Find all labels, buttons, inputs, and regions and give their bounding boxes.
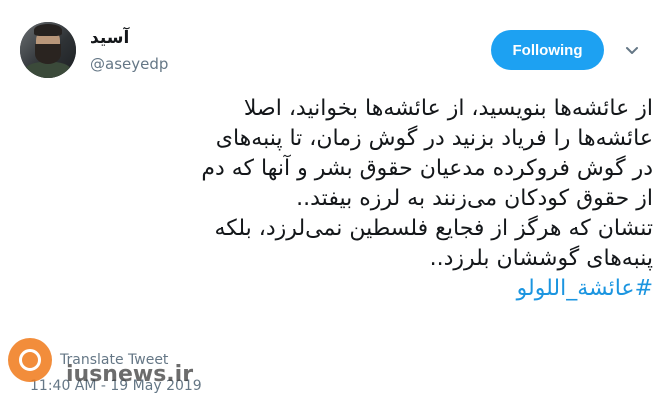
tweet-timestamp[interactable]: 11:40 AM - 19 May 2019 [30, 378, 202, 394]
tweet-line: از حقوق کودکان می‌زنند به لرزه بیفتد.. [296, 186, 653, 211]
tweet-line: تنشان که هرگز از فجایع فلسطین نمی‌لرزد، … [214, 216, 653, 241]
watermark-logo-icon [8, 338, 52, 382]
tweet-line: از عائشه‌ها بنویسید، از عائشه‌ها بخوانید… [243, 96, 653, 121]
tweet-line: پنبه‌های گوششان بلرزد.. [429, 246, 653, 271]
avatar[interactable] [20, 22, 76, 78]
tweet-line: در گوش فروکرده مدعیان حقوق بشر و آنها که… [201, 156, 653, 181]
tweet-card: آسید @aseyedp Following از عائشه‌ها بنوی… [0, 0, 671, 405]
tweet-text: از عائشه‌ها بنویسید، از عائشه‌ها بخوانید… [12, 94, 653, 304]
following-button[interactable]: Following [491, 30, 604, 70]
hashtag-link[interactable]: #عائشة_اللولو [517, 276, 653, 301]
tweet-line: عائشه‌ها را فریاد بزنید در گوش زمان، تا … [215, 126, 653, 151]
translate-tweet-link[interactable]: Translate Tweet [60, 352, 168, 368]
user-handle[interactable]: @aseyedp [90, 55, 168, 73]
user-display-name[interactable]: آسید [90, 28, 129, 48]
chevron-down-icon[interactable] [622, 40, 642, 60]
